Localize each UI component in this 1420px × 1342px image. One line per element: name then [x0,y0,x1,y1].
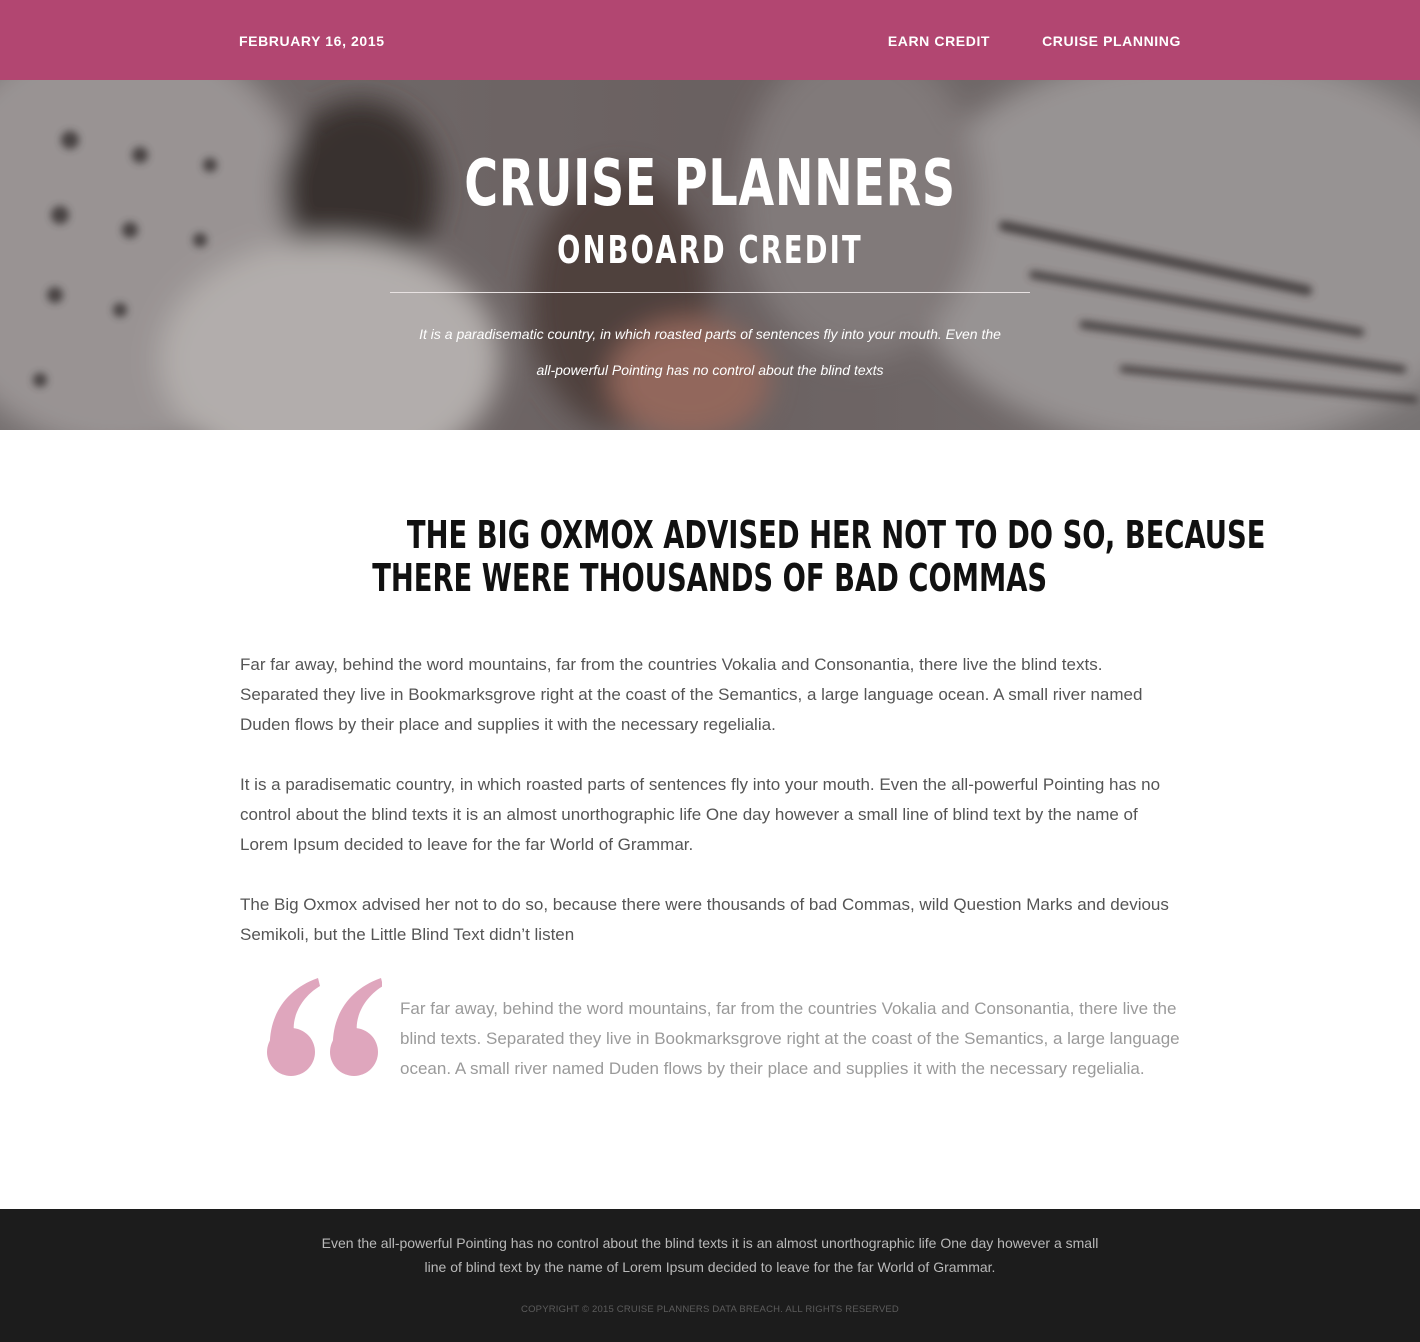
article-paragraph: The Big Oxmox advised her not to do so, … [240,895,1169,944]
nav-cruise-planning-link[interactable]: CRUISE PLANNING [1042,33,1181,49]
top-bar: FEBRUARY 16, 2015 EARN CREDIT CRUISE PLA… [0,0,1420,80]
pull-quote: Far far away, behind the word mountains,… [400,999,1180,1078]
footer: Even the all-powerful Pointing has no co… [0,1209,1420,1342]
hero-banner: CRUISE PLANNERS ONBOARD CREDIT It is a p… [0,80,1420,430]
hero-tagline: It is a paradisematic country, in which … [419,326,1001,378]
article-paragraph: It is a paradisematic country, in which … [240,775,1161,854]
article-paragraph: Far far away, behind the word mountains,… [240,655,1143,734]
hero-title: CRUISE PLANNERS [464,147,956,221]
hero-divider [390,292,1030,293]
hero-subtitle: ONBOARD CREDIT [557,228,863,272]
quote-open-icon [267,978,382,1076]
article-heading: THE BIG OXMOX ADVISED HER NOT TO DO SO, … [240,514,1266,600]
post-date: FEBRUARY 16, 2015 [239,33,385,49]
article-heading-line-2: THERE WERE THOUSANDS OF BAD COMMAS [372,556,1048,600]
nav-earn-credit-link[interactable]: EARN CREDIT [888,33,990,49]
copyright-text: COPYRIGHT © 2015 CRUISE PLANNERS DATA BR… [521,1304,899,1315]
top-nav: EARN CREDIT CRUISE PLANNING [888,33,1181,49]
article-heading-line-1: THE BIG OXMOX ADVISED HER NOT TO DO SO, … [406,513,1266,557]
footer-text: Even the all-powerful Pointing has no co… [321,1235,1099,1275]
